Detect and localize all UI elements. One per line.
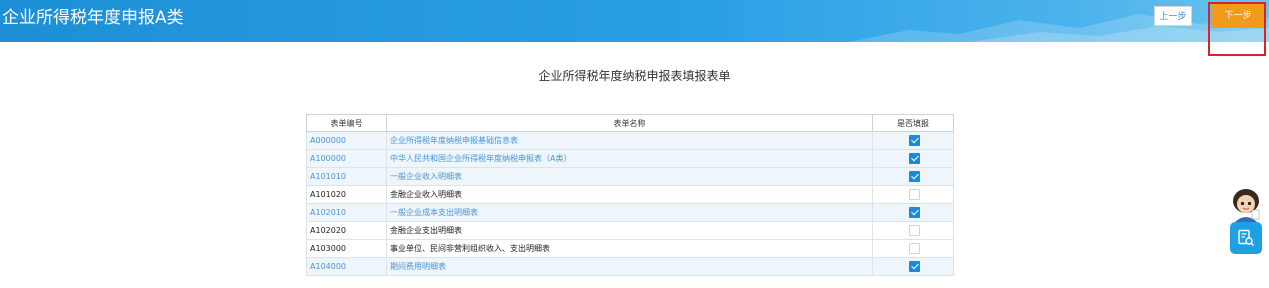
mountain-decoration-icon bbox=[849, 14, 1269, 42]
form-code-cell: A102020 bbox=[306, 221, 387, 240]
form-code-cell: A104000 bbox=[306, 257, 387, 276]
fill-status-cell bbox=[872, 185, 954, 204]
table-row: A104000 期间费用明细表 bbox=[306, 257, 954, 276]
fill-status-cell bbox=[872, 239, 954, 258]
form-name-link[interactable]: 一般企业收入明细表 bbox=[386, 167, 873, 186]
fill-checkbox[interactable] bbox=[909, 171, 920, 182]
tax-assistant-avatar-icon[interactable] bbox=[1229, 186, 1263, 222]
form-code-cell: A103000 bbox=[306, 239, 387, 258]
form-list-table: 表单编号 表单名称 是否填报 A000000 企业所得税年度纳税申报基础信息表 A1… bbox=[306, 114, 954, 276]
document-tool-button[interactable] bbox=[1230, 222, 1262, 254]
table-row: A102020 金融企业支出明细表 bbox=[306, 221, 954, 240]
fill-status-cell bbox=[872, 221, 954, 240]
fill-checkbox[interactable] bbox=[909, 243, 920, 254]
fill-status-cell bbox=[872, 131, 954, 150]
table-row: A102010 一般企业成本支出明细表 bbox=[306, 203, 954, 222]
form-name-link[interactable]: 企业所得税年度纳税申报基础信息表 bbox=[386, 131, 873, 150]
document-search-icon bbox=[1238, 229, 1255, 247]
fill-status-cell bbox=[872, 167, 954, 186]
table-header-row: 表单编号 表单名称 是否填报 bbox=[306, 114, 954, 132]
form-code-cell: A102010 bbox=[306, 203, 387, 222]
form-code-cell: A100000 bbox=[306, 149, 387, 168]
form-name-link[interactable]: 金融企业收入明细表 bbox=[386, 185, 873, 204]
next-button-highlight bbox=[1208, 2, 1266, 56]
fill-status-cell bbox=[872, 257, 954, 276]
column-header-name: 表单名称 bbox=[386, 114, 873, 132]
page-title: 企业所得税年度纳税申报表填报表单 bbox=[538, 69, 731, 83]
form-name-link[interactable]: 一般企业成本支出明细表 bbox=[386, 203, 873, 222]
form-name-link[interactable]: 金融企业支出明细表 bbox=[386, 221, 873, 240]
column-header-filled: 是否填报 bbox=[872, 114, 954, 132]
prev-step-button[interactable]: 上一步 bbox=[1154, 6, 1192, 26]
table-row: A000000 企业所得税年度纳税申报基础信息表 bbox=[306, 131, 954, 150]
table-row: A103000 事业单位、民间非营利组织收入、支出明细表 bbox=[306, 239, 954, 258]
table-row: A100000 中华人民共和国企业所得税年度纳税申报表（A类） bbox=[306, 149, 954, 168]
fill-checkbox[interactable] bbox=[909, 261, 920, 272]
fill-status-cell bbox=[872, 149, 954, 168]
table-row: A101010 一般企业收入明细表 bbox=[306, 167, 954, 186]
table-row: A101020 金融企业收入明细表 bbox=[306, 185, 954, 204]
fill-checkbox[interactable] bbox=[909, 225, 920, 236]
form-code-cell: A101020 bbox=[306, 185, 387, 204]
fill-checkbox[interactable] bbox=[909, 153, 920, 164]
fill-checkbox[interactable] bbox=[909, 189, 920, 200]
form-name-link[interactable]: 期间费用明细表 bbox=[386, 257, 873, 276]
form-name-link[interactable]: 事业单位、民间非营利组织收入、支出明细表 bbox=[386, 239, 873, 258]
app-title: 企业所得税年度申报A类 bbox=[2, 8, 184, 28]
fill-checkbox[interactable] bbox=[909, 207, 920, 218]
column-header-code: 表单编号 bbox=[306, 114, 387, 132]
header-bar: 企业所得税年度申报A类 bbox=[0, 0, 1269, 42]
form-code-cell: A000000 bbox=[306, 131, 387, 150]
fill-checkbox[interactable] bbox=[909, 135, 920, 146]
fill-status-cell bbox=[872, 203, 954, 222]
form-code-cell: A101010 bbox=[306, 167, 387, 186]
form-name-link[interactable]: 中华人民共和国企业所得税年度纳税申报表（A类） bbox=[386, 149, 873, 168]
